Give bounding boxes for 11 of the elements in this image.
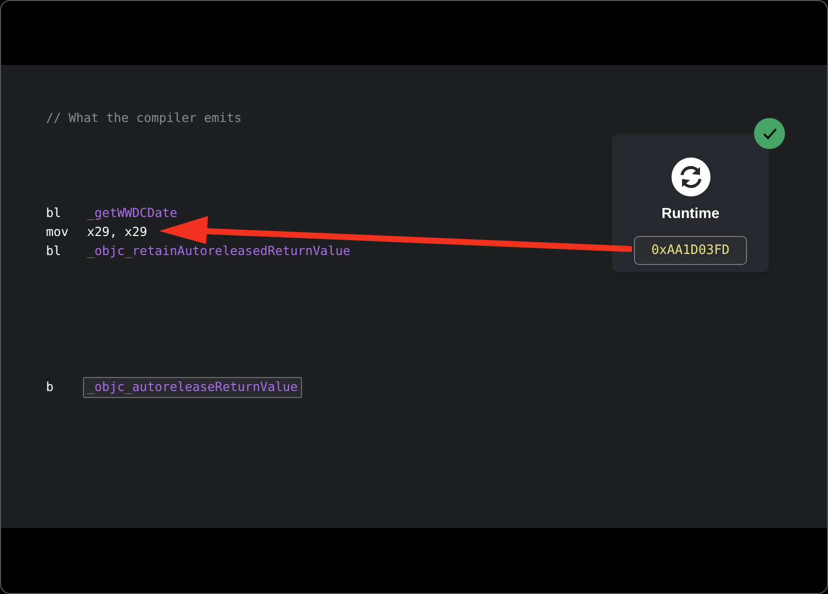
code-operand: _objc_autoreleaseReturnValue bbox=[83, 377, 302, 398]
code-mnemonic: bl bbox=[46, 204, 62, 222]
code-operand: x29, x29 bbox=[87, 223, 148, 242]
card-title: Runtime bbox=[662, 205, 720, 223]
code-mnemonic: bl bbox=[46, 242, 62, 260]
code-operand: _getWWDCDate bbox=[87, 204, 178, 222]
code-comment: // What the compiler emits bbox=[46, 110, 242, 126]
code-mnemonic: mov bbox=[46, 223, 70, 242]
address-value: 0xAA1D03FD bbox=[634, 236, 747, 265]
code-operand: _objc_retainAutoreleasedReturnValue bbox=[87, 242, 350, 260]
code-mnemonic: b bbox=[46, 378, 55, 396]
